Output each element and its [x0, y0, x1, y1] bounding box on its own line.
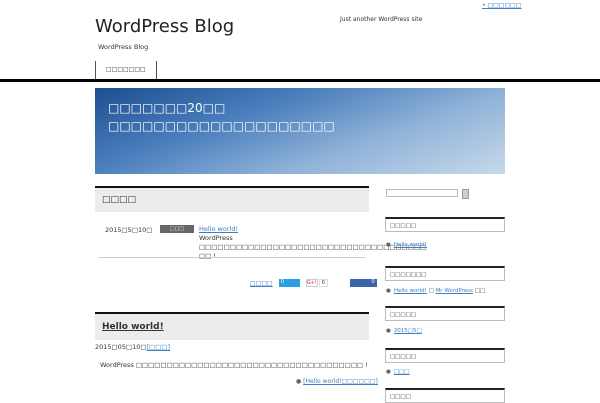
facebook-like-button[interactable]: 0: [349, 279, 377, 287]
widget-title: □□□□: [385, 388, 505, 403]
bullet-icon: ●: [386, 242, 391, 248]
tagline: Just another WordPress site: [340, 16, 423, 23]
read-more: ● [Hello world!□□□□□□]: [296, 378, 378, 385]
widget-item: ● □□□: [386, 369, 410, 375]
share-label[interactable]: □□□□: [250, 280, 273, 287]
gplus-count: 0: [318, 279, 328, 287]
widget-title: □□□□□: [385, 217, 505, 232]
news-section: □□□□: [95, 186, 369, 212]
category-link[interactable]: [□□□]: [147, 343, 171, 351]
post-title[interactable]: Hello world!: [95, 312, 369, 340]
bullet-icon: ●: [386, 328, 391, 334]
share-bar: □□□□ 0 G+! 0 0: [250, 279, 377, 287]
site-title[interactable]: WordPress Blog: [95, 16, 234, 37]
site-subtitle: WordPress Blog: [98, 43, 149, 51]
search-button[interactable]: [462, 189, 469, 199]
category-badge: □□□: [160, 225, 194, 233]
news-date: 2015□5□10□: [105, 226, 153, 234]
post: Hello world!: [95, 312, 369, 340]
header-divider: [0, 79, 600, 82]
news-link[interactable]: Hello world!: [199, 225, 238, 233]
twitter-button[interactable]: 0: [278, 279, 300, 287]
gplus-button[interactable]: G+!: [305, 279, 318, 287]
divider: [98, 257, 366, 258]
post-meta: 2015□05□10□[□□□]: [95, 343, 171, 351]
hero-banner: □□□□□□□20□□ □□□□□□□□□□□□□□□□□□□□: [95, 88, 505, 174]
hero-line-1: □□□□□□□20□□: [108, 101, 226, 115]
post-excerpt: WordPress □□□□□□□□□□□□□□□□□□□□□□□□□□□□□□…: [100, 361, 368, 369]
hero-line-2: □□□□□□□□□□□□□□□□□□□□: [108, 119, 335, 133]
widget-item: ● Hello world! □ Mr WordPress □□: [386, 288, 486, 294]
nav-item-home[interactable]: □□□□□□□: [95, 61, 157, 79]
news-heading: □□□□: [95, 186, 369, 212]
bullet-icon: ●: [386, 288, 391, 294]
widget-item: ● Hello world!: [386, 242, 427, 248]
widget-item: ● 2015□5□: [386, 328, 422, 334]
top-link[interactable]: • □□□□□□: [482, 2, 521, 9]
widget-title: □□□□□□□: [385, 266, 505, 281]
search-input[interactable]: [386, 189, 458, 197]
widget-title: □□□□□: [385, 306, 505, 321]
widget-title: □□□□□: [385, 348, 505, 363]
bullet-icon: ●: [386, 369, 391, 375]
